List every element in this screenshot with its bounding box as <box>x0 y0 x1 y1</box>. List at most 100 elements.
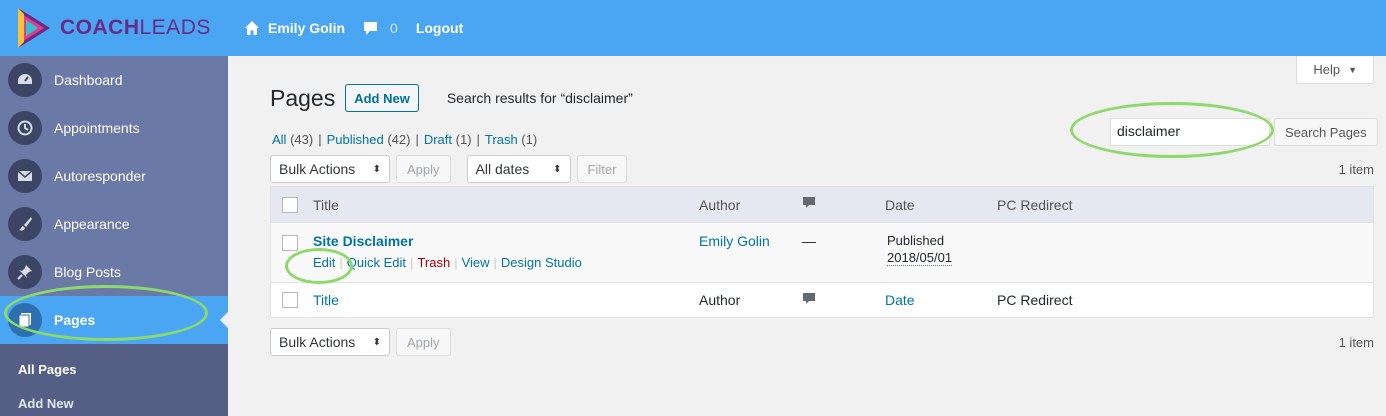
sidebar-item-label: Appearance <box>54 216 130 232</box>
separator: | <box>454 255 458 270</box>
sidebar-item-appointments[interactable]: Appointments <box>0 104 228 152</box>
author-link[interactable]: Emily Golin <box>699 233 770 249</box>
bulk-actions-select[interactable]: Bulk Actions ⬍ <box>270 155 390 183</box>
comments-cell: — <box>802 233 816 249</box>
separator: | <box>318 132 322 147</box>
design-studio-link[interactable]: Design Studio <box>501 255 582 270</box>
select-arrows-icon: ⬍ <box>372 336 381 348</box>
help-label: Help <box>1313 62 1341 77</box>
sidebar-item-appearance[interactable]: Appearance <box>0 200 228 248</box>
row-checkbox[interactable] <box>282 235 298 251</box>
coachleads-logo[interactable]: COACHLEADS <box>0 6 228 50</box>
filter-trash[interactable]: Trash <box>485 132 518 147</box>
filter-button[interactable]: Filter <box>576 155 628 183</box>
dates-select[interactable]: All dates ⬍ <box>466 155 571 183</box>
sidebar-item-dashboard[interactable]: Dashboard <box>0 56 228 104</box>
select-all-checkbox[interactable] <box>282 196 298 213</box>
bulk-actions-value: Bulk Actions <box>279 334 356 350</box>
column-author: Author <box>699 196 741 213</box>
mail-icon <box>8 159 42 193</box>
help-button[interactable]: Help ▼ <box>1296 56 1374 84</box>
sidebar-item-label: Appointments <box>54 120 140 136</box>
page-title-link[interactable]: Site Disclaimer <box>313 233 582 249</box>
column-date[interactable]: Date <box>885 197 915 213</box>
footer-column-title[interactable]: Title <box>313 292 339 308</box>
comments-column-icon <box>802 292 816 309</box>
filter-trash-count: (1) <box>521 132 538 147</box>
column-title[interactable]: Title <box>313 197 339 213</box>
submenu-add-new[interactable]: Add New <box>0 386 228 416</box>
page-title: Pages <box>270 84 336 111</box>
comments-link[interactable]: 0 <box>363 20 398 36</box>
items-count-top: 1 item <box>1338 162 1374 177</box>
filter-draft[interactable]: Draft <box>424 132 452 147</box>
table-row: Site Disclaimer Edit | Quick Edit | Trash | Vi… <box>271 223 1373 283</box>
caret-down-icon: ▼ <box>1348 64 1357 75</box>
filter-all[interactable]: All <box>272 132 286 147</box>
separator: | <box>410 255 414 270</box>
logout-link[interactable]: Logout <box>416 20 463 36</box>
page-header: Pages Add New Search results for “discla… <box>270 84 633 112</box>
user-name: Emily Golin <box>268 20 346 36</box>
separator: | <box>339 255 343 270</box>
apply-button[interactable]: Apply <box>396 155 451 183</box>
dashboard-icon <box>8 63 42 97</box>
select-all-checkbox-footer[interactable] <box>282 292 298 308</box>
sidebar-item-autoresponder[interactable]: Autoresponder <box>0 152 228 200</box>
main-content: Help ▼ Pages Add New Search results for … <box>228 56 1386 416</box>
add-new-button[interactable]: Add New <box>345 84 419 112</box>
quick-edit-link[interactable]: Quick Edit <box>347 255 406 270</box>
bulk-actions-select-bottom[interactable]: Bulk Actions ⬍ <box>270 328 390 356</box>
status-filters: All (43) | Published (42) | Draft (1) | Trash … <box>272 132 537 147</box>
edit-link[interactable]: Edit <box>313 255 335 270</box>
separator: | <box>476 132 480 147</box>
user-link[interactable]: Emily Golin <box>244 20 345 36</box>
filter-draft-count: (1) <box>455 132 472 147</box>
search-box: disclaimer Search Pages <box>1110 118 1378 146</box>
brand-name: COACHLEADS <box>60 16 211 39</box>
pin-icon <box>8 255 42 289</box>
search-results-subtitle: Search results for “disclaimer” <box>446 90 633 106</box>
filter-published[interactable]: Published <box>327 132 384 147</box>
admin-sidebar: Dashboard Appointments Autoresponder App… <box>0 56 228 416</box>
select-arrows-icon: ⬍ <box>372 163 381 175</box>
top-nav: Emily Golin 0 Logout <box>244 20 481 36</box>
top-toolbar: Bulk Actions ⬍ Apply All dates ⬍ Filter <box>270 155 628 183</box>
pages-submenu: All Pages Add New <box>0 344 228 416</box>
dates-value: All dates <box>475 161 530 177</box>
filter-published-count: (42) <box>387 132 411 147</box>
select-arrows-icon: ⬍ <box>553 163 562 175</box>
apply-button-bottom[interactable]: Apply <box>396 328 451 356</box>
table-header-row: Title Author Date PC Redirect <box>271 187 1373 223</box>
submenu-all-pages[interactable]: All Pages <box>0 352 228 386</box>
table-footer-row: Title Author Date PC Redirect <box>271 283 1373 317</box>
row-actions: Edit | Quick Edit | Trash | View | Design Studio <box>313 255 582 270</box>
view-link[interactable]: View <box>462 255 490 270</box>
pages-table: Title Author Date PC Redirect Site Discl… <box>270 186 1374 318</box>
publish-status: Published <box>887 233 945 248</box>
title-cell: Site Disclaimer Edit | Quick Edit | Trash | Vi… <box>313 233 582 270</box>
bottom-toolbar: Bulk Actions ⬍ Apply <box>270 328 451 356</box>
sidebar-item-label: Pages <box>54 312 96 328</box>
comments-count: 0 <box>390 20 398 36</box>
items-count-bottom: 1 item <box>1338 335 1374 350</box>
publish-date: 2018/05/01 <box>887 250 953 266</box>
separator: | <box>493 255 497 270</box>
date-cell: Published 2018/05/01 <box>887 233 953 266</box>
bulk-actions-value: Bulk Actions <box>279 161 356 177</box>
sidebar-item-label: Dashboard <box>54 72 123 88</box>
history-icon <box>8 111 42 145</box>
sidebar-item-pages[interactable]: Pages <box>0 296 228 344</box>
trash-link[interactable]: Trash <box>417 255 450 270</box>
filter-all-count: (43) <box>290 132 314 147</box>
logo-mark-icon <box>18 8 50 48</box>
column-pc-redirect: PC Redirect <box>997 196 1073 213</box>
search-pages-button[interactable]: Search Pages <box>1274 118 1378 146</box>
sidebar-item-label: Autoresponder <box>54 168 146 184</box>
search-input[interactable]: disclaimer <box>1110 118 1270 146</box>
comments-column-icon <box>802 196 816 213</box>
footer-column-date[interactable]: Date <box>885 292 915 308</box>
footer-column-pc-redirect: PC Redirect <box>997 292 1073 308</box>
sidebar-item-blog-posts[interactable]: Blog Posts <box>0 248 228 296</box>
top-bar: COACHLEADS Emily Golin 0 Logout <box>0 0 1386 56</box>
